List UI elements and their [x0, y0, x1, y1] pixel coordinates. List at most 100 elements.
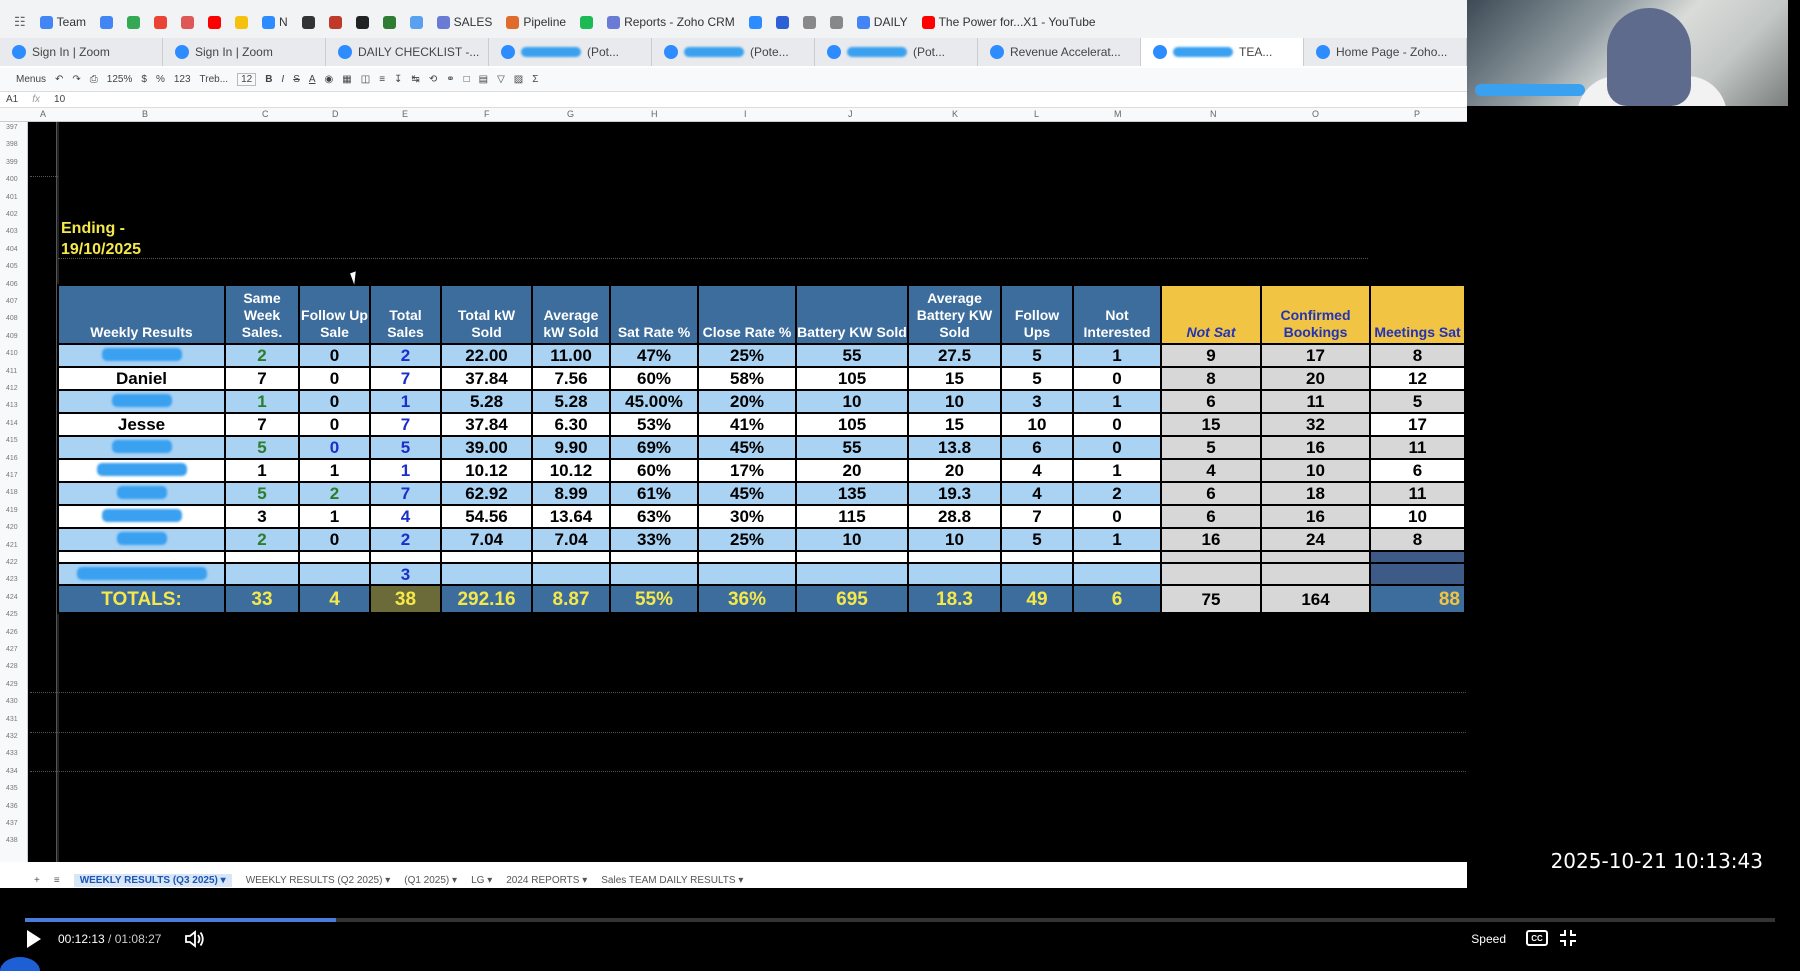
bookmark-item[interactable] [409, 15, 423, 29]
row-number[interactable]: 399 [6, 159, 18, 166]
sheet-tab[interactable]: (Q1 2025) ▾ [404, 875, 457, 886]
column-header-cell[interactable]: Meetings Sat [1369, 284, 1466, 345]
sheet-tab[interactable]: WEEKLY RESULTS (Q3 2025) ▾ [73, 873, 232, 887]
bookmark-item[interactable]: DAILY [856, 15, 908, 29]
table-cell[interactable]: 63% [609, 504, 699, 529]
table-cell[interactable]: 10 [1260, 458, 1371, 483]
sheet-tab[interactable]: Sales TEAM DAILY RESULTS ▾ [601, 875, 743, 886]
column-header[interactable]: D [332, 109, 339, 119]
exit-fullscreen-icon[interactable] [1558, 928, 1578, 948]
table-cell[interactable]: 8 [1160, 366, 1262, 391]
table-cell[interactable]: 1 [1072, 527, 1162, 552]
table-cell[interactable]: 62.92 [440, 481, 533, 506]
table-cell[interactable] [1260, 562, 1371, 586]
table-cell[interactable]: 7 [369, 481, 442, 506]
totals-cell[interactable]: 695 [795, 584, 909, 614]
strikethrough-button[interactable]: S [293, 74, 300, 85]
table-cell[interactable]: 20% [697, 389, 797, 414]
table-cell[interactable]: 0 [298, 435, 371, 460]
table-cell[interactable]: 58% [697, 366, 797, 391]
column-header[interactable]: E [402, 109, 408, 119]
row-number[interactable]: 407 [6, 298, 18, 305]
table-cell[interactable]: 2 [224, 343, 300, 368]
bookmark-item[interactable] [775, 15, 789, 29]
row-number[interactable]: 425 [6, 611, 18, 618]
table-cell[interactable]: 8.99 [531, 481, 611, 506]
rep-name-cell[interactable] [57, 435, 226, 460]
table-cell[interactable]: 10 [1369, 504, 1466, 529]
table-cell[interactable]: 1 [224, 458, 300, 483]
totals-cell[interactable]: 38 [369, 584, 442, 614]
totals-cell[interactable]: 18.3 [907, 584, 1002, 614]
bookmark-item[interactable] [382, 15, 396, 29]
table-cell[interactable]: 3 [224, 504, 300, 529]
totals-cell[interactable]: 75 [1160, 584, 1262, 614]
table-cell[interactable] [795, 550, 909, 564]
row-number[interactable]: 400 [6, 176, 18, 183]
column-header[interactable]: N [1210, 109, 1217, 119]
column-header[interactable]: P [1414, 109, 1420, 119]
table-cell[interactable]: 0 [298, 412, 371, 437]
table-cell[interactable]: 2 [369, 527, 442, 552]
table-cell[interactable]: 11 [1260, 389, 1371, 414]
table-cell[interactable] [1000, 550, 1074, 564]
column-header-cell[interactable]: Average kW Sold [531, 284, 611, 345]
sheet-tab[interactable]: WEEKLY RESULTS (Q2 2025) ▾ [246, 875, 391, 886]
browser-tab[interactable]: Home Page - Zoho... [1304, 38, 1467, 66]
sheet-tab-menu-icon[interactable]: ▾ [736, 875, 743, 886]
table-cell[interactable]: 7.56 [531, 366, 611, 391]
row-number[interactable]: 404 [6, 246, 18, 253]
column-header[interactable]: K [952, 109, 958, 119]
browser-tab[interactable]: TEA... [1141, 38, 1304, 66]
functions-icon[interactable]: Σ [532, 74, 538, 85]
sheet-tab-menu-icon[interactable]: ▾ [218, 875, 226, 886]
rep-name-cell[interactable] [57, 481, 226, 506]
table-cell[interactable]: 1 [1072, 458, 1162, 483]
table-cell[interactable]: 47% [609, 343, 699, 368]
table-cell[interactable]: 135 [795, 481, 909, 506]
rep-name-cell[interactable]: Jesse [57, 412, 226, 437]
sheet-tab-menu-icon[interactable]: ▾ [382, 875, 390, 886]
table-cell[interactable] [57, 550, 226, 564]
column-header-cell[interactable]: Not Interested [1072, 284, 1162, 345]
table-cell[interactable]: 2 [1072, 481, 1162, 506]
column-header-cell[interactable]: Close Rate % [697, 284, 797, 345]
table-cell[interactable]: 5 [1000, 527, 1074, 552]
table-cell[interactable]: 6 [1160, 504, 1262, 529]
bookmark-item[interactable] [355, 15, 369, 29]
table-cell[interactable]: 5 [224, 435, 300, 460]
bold-button[interactable]: B [265, 74, 272, 85]
table-cell[interactable] [531, 562, 611, 586]
table-cell[interactable]: 105 [795, 366, 909, 391]
all-sheets-icon[interactable]: ≡ [54, 875, 60, 886]
browser-tab[interactable]: (Pote... [652, 38, 815, 66]
table-cell[interactable] [697, 562, 797, 586]
table-cell[interactable]: 0 [298, 527, 371, 552]
table-cell[interactable]: 1 [369, 458, 442, 483]
column-header-cell[interactable]: Follow Ups [1000, 284, 1074, 345]
table-cell[interactable]: 0 [298, 343, 371, 368]
menus-button[interactable]: Menus [16, 74, 46, 85]
row-number[interactable]: 418 [6, 489, 18, 496]
rep-name-cell[interactable] [57, 458, 226, 483]
table-cell[interactable]: 39.00 [440, 435, 533, 460]
text-color-button[interactable]: A [309, 74, 316, 85]
rep-name-cell[interactable] [57, 343, 226, 368]
row-number[interactable]: 430 [6, 698, 18, 705]
row-number[interactable]: 413 [6, 402, 18, 409]
row-number[interactable]: 424 [6, 594, 18, 601]
sheet-tab[interactable]: LG ▾ [471, 875, 492, 886]
bookmark-item[interactable] [802, 15, 816, 29]
table-cell[interactable] [298, 550, 371, 564]
totals-cell[interactable]: 6 [1072, 584, 1162, 614]
table-cell[interactable]: 5 [1000, 343, 1074, 368]
table-cell[interactable]: 30% [697, 504, 797, 529]
row-number[interactable]: 414 [6, 420, 18, 427]
bookmark-item[interactable] [235, 15, 248, 29]
table-cell[interactable]: 24 [1260, 527, 1371, 552]
filter-views-icon[interactable]: ▨ [514, 74, 523, 85]
row-number[interactable]: 433 [6, 750, 18, 757]
column-header[interactable]: B [142, 109, 148, 119]
table-cell[interactable]: 9 [1160, 343, 1262, 368]
progress-bar[interactable] [25, 918, 1775, 922]
